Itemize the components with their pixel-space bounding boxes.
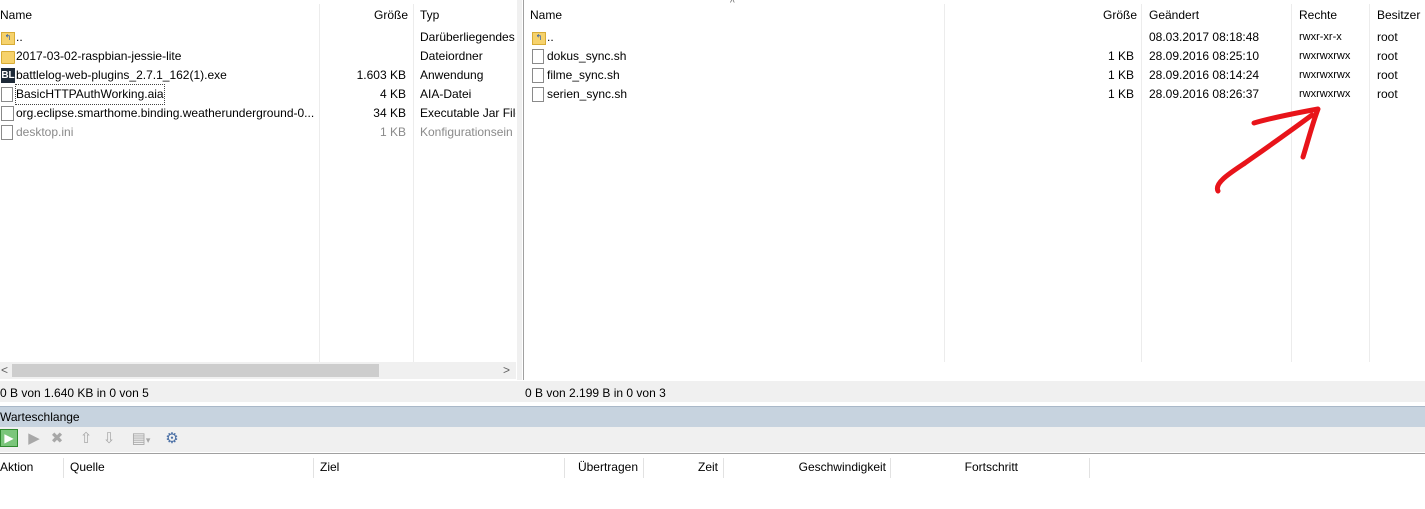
file-type: Darüberliegendes bbox=[420, 30, 515, 44]
file-modified: 28.09.2016 08:14:24 bbox=[1149, 68, 1260, 82]
scroll-right-arrow-icon[interactable]: > bbox=[503, 362, 510, 379]
queue-column-action[interactable]: Aktion bbox=[0, 457, 33, 477]
local-file-row[interactable]: desktop.ini 1 KB Konfigurationsein bbox=[0, 123, 516, 142]
remote-status-text: 0 B von 2.199 B in 0 von 3 bbox=[525, 386, 666, 400]
file-size bbox=[320, 47, 406, 66]
file-name: desktop.ini bbox=[16, 125, 74, 139]
file-type: Dateiordner bbox=[420, 49, 483, 63]
scroll-left-arrow-icon[interactable]: < bbox=[1, 362, 8, 379]
local-file-pane[interactable]: Name Größe Typ ↰.. Darüberliegendes 2017-0… bbox=[0, 0, 518, 380]
file-size: 1 KB bbox=[1107, 68, 1134, 82]
file-size: 4 KB bbox=[379, 87, 406, 101]
file-name: filme_sync.sh bbox=[547, 68, 620, 82]
status-bar bbox=[0, 381, 1425, 402]
file-name: BasicHTTPAuthWorking.aia bbox=[15, 84, 165, 105]
move-up-icon[interactable]: ⇧ bbox=[77, 430, 95, 448]
file-type: AIA-Datei bbox=[420, 87, 472, 101]
queue-column-progress[interactable]: Fortschritt bbox=[891, 457, 1018, 477]
file-size bbox=[320, 28, 406, 47]
file-name: .. bbox=[16, 30, 23, 44]
up-folder-icon: ↰ bbox=[532, 32, 546, 45]
file-name: 2017-03-02-raspbian-jessie-lite bbox=[16, 49, 182, 63]
file-permissions: rwxr-xr-x bbox=[1299, 31, 1342, 43]
column-header-size[interactable]: Größe bbox=[1044, 4, 1137, 26]
queue-column-source[interactable]: Quelle bbox=[70, 457, 105, 477]
file-size: 1 KB bbox=[1107, 87, 1134, 101]
column-header-name[interactable]: Name bbox=[530, 4, 830, 26]
ini-file-icon bbox=[1, 125, 13, 140]
column-header-permissions[interactable]: Rechte bbox=[1299, 4, 1364, 26]
file-size: 34 KB bbox=[373, 106, 406, 120]
queue-title: Warteschlange bbox=[0, 410, 80, 424]
file-name: dokus_sync.sh bbox=[547, 49, 627, 63]
local-file-row[interactable]: org.eclipse.smarthome.binding.weatherund… bbox=[0, 104, 516, 123]
remote-file-row[interactable]: dokus_sync.sh 1 KB 28.09.2016 08:25:10 rwxr… bbox=[524, 47, 1425, 66]
file-type: Konfigurationsein bbox=[420, 125, 513, 139]
up-folder-icon: ↰ bbox=[1, 32, 15, 45]
file-owner: root bbox=[1377, 68, 1398, 82]
remote-file-row[interactable]: ↰.. 08.03.2017 08:18:48 rwxr-xr-x root bbox=[524, 28, 1425, 47]
file-permissions: rwxrwxrwx bbox=[1299, 69, 1351, 81]
horizontal-scrollbar[interactable]: < > bbox=[0, 362, 516, 379]
exe-icon: BL bbox=[1, 68, 15, 83]
remote-file-row[interactable]: filme_sync.sh 1 KB 28.09.2016 08:14:24 rwxr… bbox=[524, 66, 1425, 85]
move-down-icon[interactable]: ⇩ bbox=[100, 430, 118, 448]
settings-gear-icon[interactable]: ⚙ bbox=[163, 430, 181, 448]
file-name: org.eclipse.smarthome.binding.weatherund… bbox=[16, 106, 315, 120]
file-size: 1 KB bbox=[1107, 49, 1134, 63]
stop-icon[interactable]: ✖ bbox=[48, 430, 66, 448]
pane-splitter[interactable] bbox=[517, 0, 522, 380]
file-name: .. bbox=[547, 30, 554, 44]
process-queue-icon[interactable]: ▶ bbox=[0, 429, 18, 447]
local-file-row[interactable]: 2017-03-02-raspbian-jessie-lite Dateiordn… bbox=[0, 47, 516, 66]
file-owner: root bbox=[1377, 49, 1398, 63]
column-header-type[interactable]: Typ bbox=[420, 4, 515, 26]
queue-column-transferred[interactable]: Übertragen bbox=[565, 457, 638, 477]
column-header-modified[interactable]: Geändert bbox=[1149, 4, 1269, 26]
column-header-name[interactable]: Name bbox=[0, 4, 300, 26]
local-file-row[interactable]: BasicHTTPAuthWorking.aia 4 KB AIA-Datei bbox=[0, 84, 516, 105]
local-status-text: 0 B von 1.640 KB in 0 von 5 bbox=[0, 386, 149, 400]
file-type: Anwendung bbox=[420, 68, 484, 82]
file-icon bbox=[532, 87, 544, 102]
local-file-row[interactable]: ↰.. Darüberliegendes bbox=[0, 28, 516, 47]
file-icon bbox=[1, 87, 13, 102]
file-type: Executable Jar File bbox=[420, 106, 516, 120]
play-icon[interactable]: ▶ bbox=[25, 430, 43, 448]
folder-icon bbox=[1, 51, 15, 64]
file-name: serien_sync.sh bbox=[547, 87, 628, 101]
scrollbar-thumb[interactable] bbox=[12, 364, 379, 377]
queue-column-time[interactable]: Zeit bbox=[644, 457, 718, 477]
transfer-queue-list[interactable]: Aktion Quelle Ziel Übertragen Zeit Gesch… bbox=[0, 453, 1425, 509]
file-modified: 28.09.2016 08:25:10 bbox=[1149, 49, 1260, 63]
queue-column-speed[interactable]: Geschwindigkeit bbox=[724, 457, 886, 477]
file-owner: root bbox=[1377, 30, 1398, 44]
file-size: 1.603 KB bbox=[356, 68, 406, 82]
jar-icon bbox=[1, 106, 14, 121]
queue-toolbar: ▶ ▶ ✖ ⇧ ⇩ ▤▾ ⚙ bbox=[0, 427, 1425, 452]
file-modified: 08.03.2017 08:18:48 bbox=[1149, 30, 1260, 44]
column-header-size[interactable]: Größe bbox=[320, 4, 408, 26]
file-icon bbox=[532, 68, 544, 83]
file-size bbox=[1044, 28, 1134, 47]
local-file-row[interactable]: BL battlelog-web-plugins_2.7.1_162(1).exe… bbox=[0, 66, 516, 85]
file-icon bbox=[532, 49, 544, 64]
preferences-icon[interactable]: ▤▾ bbox=[128, 430, 154, 448]
file-owner: root bbox=[1377, 87, 1398, 101]
red-arrow-annotation-icon bbox=[1214, 106, 1321, 194]
file-permissions: rwxrwxrwx bbox=[1299, 50, 1351, 62]
queue-column-target[interactable]: Ziel bbox=[320, 457, 339, 477]
file-size: 1 KB bbox=[379, 125, 406, 139]
queue-title-bar: Warteschlange bbox=[0, 406, 1425, 428]
column-header-owner[interactable]: Besitzer bbox=[1377, 4, 1425, 26]
file-name: battlelog-web-plugins_2.7.1_162(1).exe bbox=[16, 68, 227, 82]
